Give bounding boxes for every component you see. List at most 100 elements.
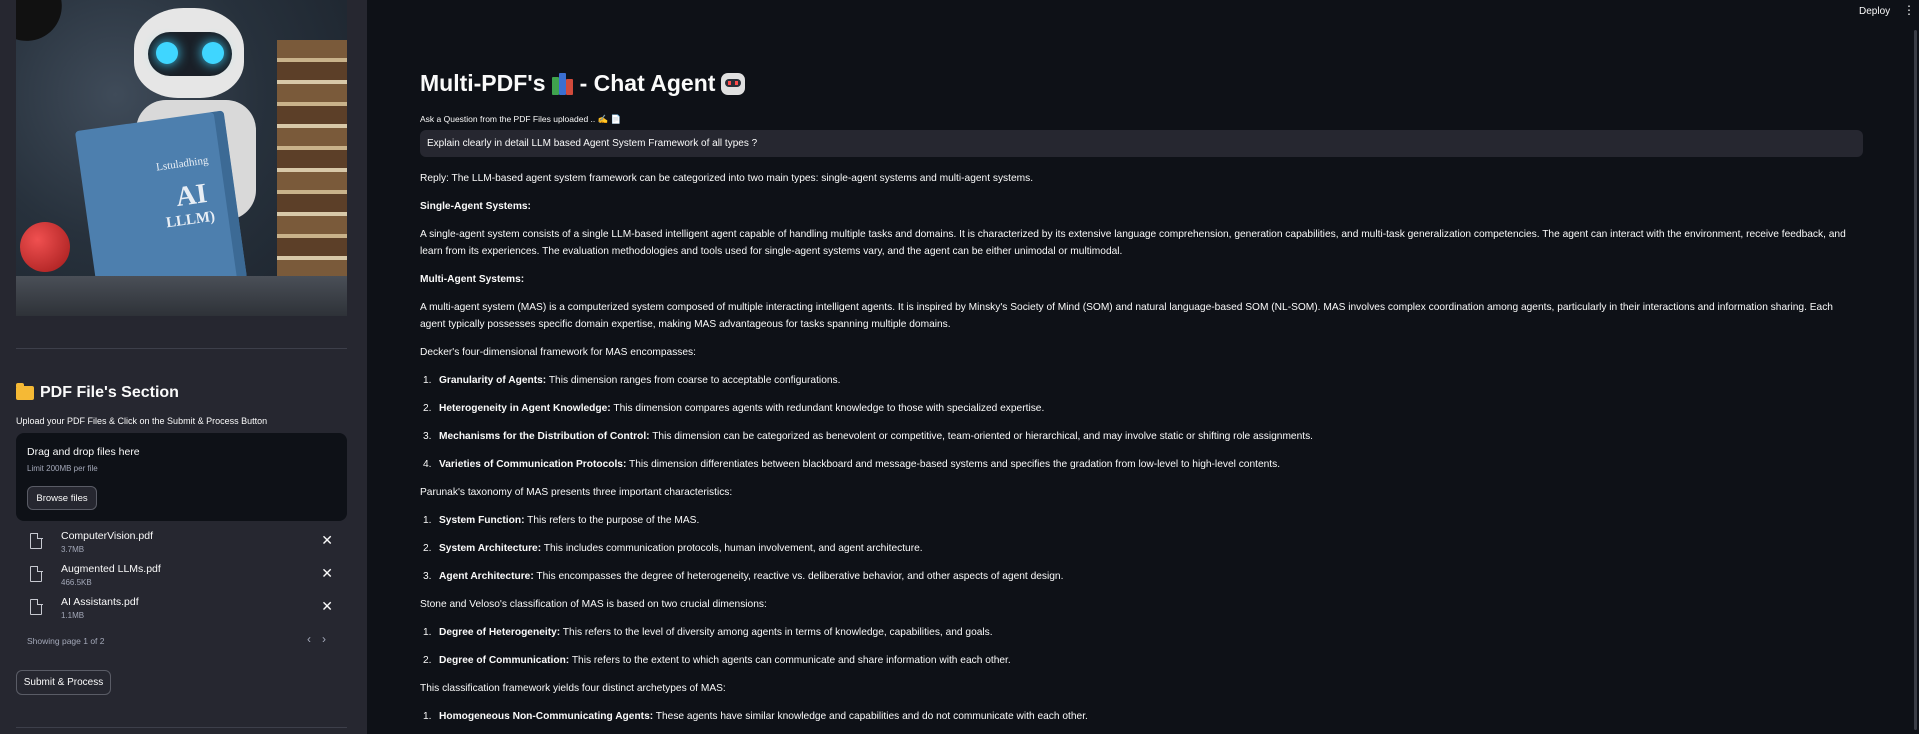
list-item-term: Agent Architecture:: [439, 571, 534, 582]
list-item-term: Varieties of Communication Protocols:: [439, 459, 627, 470]
uploaded-file-item: Augmented LLMs.pdf 466.5KB ✕: [28, 563, 347, 591]
deploy-button[interactable]: Deploy: [1859, 6, 1890, 17]
list-item: 4. Varieties of Communication Protocols: …: [420, 456, 1860, 473]
sidebar-divider: [16, 348, 347, 349]
submit-process-button[interactable]: Submit & Process: [16, 670, 111, 695]
remove-file-close-icon[interactable]: ✕: [321, 598, 333, 615]
sidebar: Lstuladhing AI LLLM) PDF File's Section …: [0, 0, 367, 734]
list-number: 1.: [423, 711, 432, 722]
answer-paragraph: A multi-agent system (MAS) is a computer…: [420, 302, 1833, 330]
page-title: Multi-PDF's - Chat Agent: [420, 70, 746, 97]
sidebar-divider: [16, 727, 347, 728]
list-item-desc: This refers to the level of diversity am…: [560, 627, 993, 638]
question-label: Ask a Question from the PDF Files upload…: [420, 114, 622, 124]
dropzone-limit: Limit 200MB per file: [27, 464, 98, 473]
chevron-right-icon[interactable]: ›: [322, 632, 326, 646]
answer-paragraph: Decker's four-dimensional framework for …: [420, 347, 696, 358]
answer-paragraph: Stone and Veloso's classification of MAS…: [420, 599, 767, 610]
books-icon: [551, 72, 574, 95]
file-dropzone[interactable]: Drag and drop files here Limit 200MB per…: [16, 433, 347, 521]
list-number: 1.: [423, 515, 432, 526]
chevron-left-icon[interactable]: ‹: [307, 632, 311, 646]
list-item: 1. Homogeneous Non-Communicating Agents: …: [420, 708, 1860, 725]
list-item-term: System Function:: [439, 515, 525, 526]
decker-list: 1. Granularity of Agents: This dimension …: [420, 372, 1860, 473]
list-item-term: Degree of Communication:: [439, 655, 570, 666]
list-item: 1. Degree of Heterogeneity: This refers t…: [420, 624, 1860, 641]
list-item-desc: This includes communication protocols, h…: [541, 543, 923, 554]
answer-body: Reply: The LLM-based agent system framew…: [420, 170, 1860, 734]
list-item-term: Mechanisms for the Distribution of Contr…: [439, 431, 650, 442]
list-number: 3.: [423, 431, 432, 442]
pdf-section-title-text: PDF File's Section: [40, 384, 179, 401]
list-item-term: Homogeneous Non-Communicating Agents:: [439, 711, 654, 722]
answer-paragraph: This classification framework yields fou…: [420, 683, 726, 694]
list-item-desc: This dimension ranges from coarse to acc…: [546, 375, 841, 386]
robot-eye-icon: [156, 42, 178, 64]
answer-intro: Reply: The LLM-based agent system framew…: [420, 173, 1034, 184]
desk-lamp: [16, 0, 74, 53]
file-size: 1.1MB: [61, 611, 85, 620]
robot-icon: [721, 72, 746, 95]
parunak-list: 1. System Function: This refers to the pu…: [420, 512, 1860, 585]
list-item: 2. Degree of Communication: This refers t…: [420, 652, 1860, 669]
uploaded-file-item: ComputerVision.pdf 3.7MB ✕: [28, 530, 347, 558]
file-name: AI Assistants.pdf: [61, 596, 139, 608]
page-title-text: Multi-PDF's: [420, 70, 546, 96]
list-number: 2.: [423, 543, 432, 554]
list-item-term: System Architecture:: [439, 543, 542, 554]
robot-book: [74, 110, 248, 300]
file-icon: [30, 565, 43, 582]
list-number: 2.: [423, 655, 432, 666]
upload-instructions: Upload your PDF Files & Click on the Sub…: [16, 416, 268, 426]
list-item-term: Degree of Heterogeneity:: [439, 627, 561, 638]
remove-file-close-icon[interactable]: ✕: [321, 532, 333, 549]
main-menu-icon[interactable]: ⋮: [1903, 4, 1915, 16]
book-stack: [277, 40, 347, 310]
browse-files-button[interactable]: Browse files: [27, 486, 97, 510]
file-pager-text: Showing page 1 of 2: [27, 636, 105, 646]
list-number: 3.: [423, 571, 432, 582]
list-item-desc: This refers to the purpose of the MAS.: [524, 515, 700, 526]
page-title-suffix: - Chat Agent: [579, 70, 716, 96]
list-item: 1. System Function: This refers to the pu…: [420, 512, 1860, 529]
list-item-desc: These agents have similar knowledge and …: [653, 711, 1088, 722]
file-icon: [30, 532, 43, 549]
list-number: 2.: [423, 403, 432, 414]
pdf-section-title: PDF File's Section: [16, 383, 179, 402]
uploaded-file-item: AI Assistants.pdf 1.1MB ✕: [28, 596, 347, 624]
answer-paragraph: A single-agent system consists of a sing…: [420, 229, 1846, 257]
list-item-desc: This refers to the extent to which agent…: [569, 655, 1011, 666]
dropzone-title: Drag and drop files here: [27, 446, 140, 458]
answer-heading: Single-Agent Systems:: [420, 201, 531, 212]
file-size: 3.7MB: [61, 545, 85, 554]
list-item-desc: This dimension differentiates between bl…: [626, 459, 1281, 470]
file-size: 466.5KB: [61, 578, 92, 587]
sidebar-hero-image: Lstuladhing AI LLLM): [16, 0, 347, 316]
desk-surface: [16, 276, 347, 316]
file-name: ComputerVision.pdf: [61, 530, 154, 542]
folder-icon: [16, 383, 34, 400]
main-scrollbar[interactable]: [1914, 30, 1917, 730]
book-title-line: AI: [173, 177, 210, 214]
list-item-term: Granularity of Agents:: [439, 375, 547, 386]
list-item-term: Heterogeneity in Agent Knowledge:: [439, 403, 611, 414]
list-item-desc: This dimension compares agents with redu…: [610, 403, 1045, 414]
list-item: 2. Heterogeneity in Agent Knowledge: This…: [420, 400, 1860, 417]
answer-paragraph: Parunak's taxonomy of MAS presents three…: [420, 487, 733, 498]
robot-eye-icon: [202, 42, 224, 64]
list-item: 2. System Architecture: This includes com…: [420, 540, 1860, 557]
list-item-desc: This dimension can be categorized as ben…: [649, 431, 1314, 442]
archetype-list: 1. Homogeneous Non-Communicating Agents: …: [420, 708, 1860, 725]
stone-list: 1. Degree of Heterogeneity: This refers t…: [420, 624, 1860, 669]
list-item: 3. Mechanisms for the Distribution of Con…: [420, 428, 1860, 445]
list-number: 4.: [423, 459, 432, 470]
remove-file-close-icon[interactable]: ✕: [321, 565, 333, 582]
apple-icon: [20, 222, 70, 272]
question-input[interactable]: Explain clearly in detail LLM based Agen…: [420, 130, 1863, 157]
list-number: 1.: [423, 375, 432, 386]
file-name: Augmented LLMs.pdf: [61, 563, 161, 575]
file-icon: [30, 598, 43, 615]
list-item: 3. Agent Architecture: This encompasses t…: [420, 568, 1860, 585]
answer-heading: Multi-Agent Systems:: [420, 274, 525, 285]
